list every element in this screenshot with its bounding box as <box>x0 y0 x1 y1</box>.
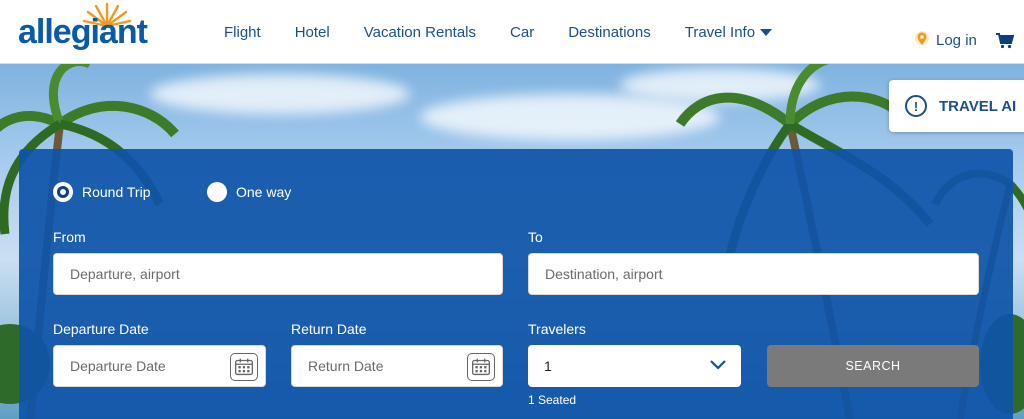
travelers-select[interactable]: 1 <box>528 345 741 387</box>
travelers-value: 1 <box>544 358 552 374</box>
departure-date-label: Departure Date <box>53 321 149 337</box>
one-way-option[interactable]: One way <box>207 182 291 202</box>
caret-down-icon <box>760 29 773 36</box>
round-trip-radio[interactable] <box>53 182 73 202</box>
travelers-label: Travelers <box>528 321 586 337</box>
round-trip-label: Round Trip <box>82 184 151 200</box>
calendar-icon[interactable] <box>467 353 495 381</box>
calendar-icon[interactable] <box>230 353 258 381</box>
to-input[interactable] <box>528 253 979 295</box>
nav-destinations[interactable]: Destinations <box>568 24 651 41</box>
flight-search-panel: Round Trip One way From To Departure Dat… <box>19 149 1013 419</box>
cart-icon[interactable] <box>996 33 1014 49</box>
search-button[interactable]: SEARCH <box>767 345 979 387</box>
from-label: From <box>53 229 86 245</box>
seated-note: 1 Seated <box>528 393 577 407</box>
one-way-label: One way <box>236 184 292 200</box>
nav-flight[interactable]: Flight <box>224 24 261 41</box>
to-label: To <box>528 229 543 245</box>
nav-travel-info[interactable]: Travel Info <box>684 23 773 41</box>
travel-alert-banner[interactable]: ! TRAVEL AI <box>889 80 1024 132</box>
nav-car[interactable]: Car <box>510 24 534 41</box>
info-icon: ! <box>905 95 927 117</box>
logo-wordmark: allegiant <box>18 13 148 51</box>
nav-hotel[interactable]: Hotel <box>295 24 330 41</box>
travel-alert-label: TRAVEL AI <box>939 97 1017 115</box>
one-way-radio[interactable] <box>207 182 227 202</box>
login-link[interactable]: Log in <box>914 30 977 50</box>
round-trip-option[interactable]: Round Trip <box>53 182 150 202</box>
site-header: allegiant Flight Hotel Vacation Rentals … <box>0 0 1024 64</box>
login-label: Log in <box>936 31 977 49</box>
nav-vacation-rentals[interactable]: Vacation Rentals <box>364 24 476 41</box>
location-pin-icon <box>915 31 929 45</box>
return-date-label: Return Date <box>291 321 367 337</box>
nav-travel-info-label: Travel Info <box>684 23 756 41</box>
from-input[interactable] <box>53 253 503 295</box>
allegiant-logo[interactable]: allegiant <box>18 2 170 58</box>
main-nav: Flight Hotel Vacation Rentals Car Destin… <box>224 0 806 64</box>
chevron-down-icon <box>710 360 726 370</box>
